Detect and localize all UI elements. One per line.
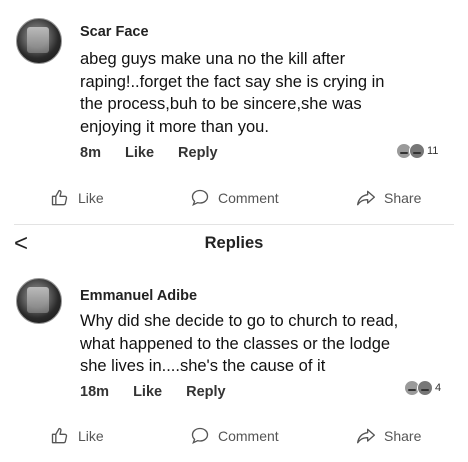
comment-meta: 18m Like Reply bbox=[80, 384, 246, 400]
like-label: Like bbox=[78, 190, 104, 206]
replies-header: < Replies bbox=[0, 228, 468, 264]
comment-button[interactable]: Comment bbox=[190, 188, 279, 208]
thumbs-up-icon bbox=[51, 427, 68, 444]
share-button[interactable]: Share bbox=[356, 188, 421, 208]
angry-reaction-icon bbox=[409, 143, 425, 159]
reaction-summary[interactable]: 4 bbox=[404, 380, 441, 396]
comment-button[interactable]: Comment bbox=[190, 426, 279, 446]
share-label: Share bbox=[384, 428, 422, 444]
reaction-summary[interactable]: 11 bbox=[396, 143, 438, 159]
replies-title: Replies bbox=[204, 234, 264, 252]
comment-reply-link[interactable]: Reply bbox=[178, 145, 218, 161]
share-button[interactable]: Share bbox=[356, 426, 421, 446]
comment-author[interactable]: Scar Face bbox=[80, 24, 149, 40]
thumbs-up-icon bbox=[51, 189, 68, 206]
avatar[interactable] bbox=[16, 278, 62, 324]
angry-reaction-icon bbox=[417, 380, 433, 396]
comment-author[interactable]: Emmanuel Adibe bbox=[80, 288, 197, 304]
like-button[interactable]: Like bbox=[50, 188, 104, 208]
comment-text: abeg guys make una no the kill after rap… bbox=[80, 50, 385, 136]
comment-like-link[interactable]: Like bbox=[133, 384, 162, 400]
action-bar-2: Like Comment Share bbox=[0, 426, 468, 456]
like-button[interactable]: Like bbox=[50, 426, 104, 446]
comment-label: Comment bbox=[218, 428, 279, 444]
avatar[interactable] bbox=[16, 18, 62, 64]
reaction-count: 4 bbox=[435, 382, 442, 394]
comment-reply-link[interactable]: Reply bbox=[186, 384, 226, 400]
comment-like-link[interactable]: Like bbox=[125, 145, 154, 161]
speech-bubble-icon bbox=[191, 189, 209, 206]
comment-meta: 8m Like Reply bbox=[80, 145, 238, 161]
share-arrow-icon bbox=[357, 190, 375, 206]
like-label: Like bbox=[78, 428, 104, 444]
comment-label: Comment bbox=[218, 190, 279, 206]
divider bbox=[14, 224, 454, 225]
comment-time: 18m bbox=[80, 384, 110, 400]
speech-bubble-icon bbox=[191, 427, 209, 444]
share-arrow-icon bbox=[357, 428, 375, 444]
reaction-count: 11 bbox=[427, 145, 439, 157]
comment-text: Why did she decide to go to church to re… bbox=[80, 312, 399, 375]
comment-time: 8m bbox=[80, 145, 101, 161]
action-bar-1: Like Comment Share bbox=[0, 188, 468, 218]
share-label: Share bbox=[384, 190, 422, 206]
